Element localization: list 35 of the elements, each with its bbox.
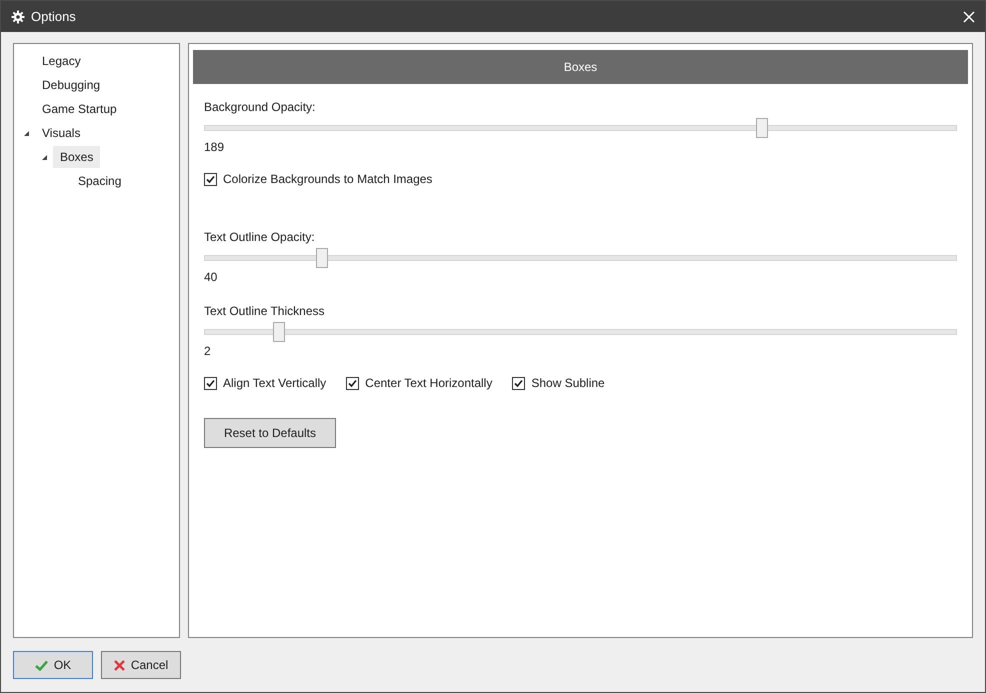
checkbox[interactable]: Show Subline — [512, 376, 605, 390]
slider-track[interactable] — [204, 322, 957, 342]
window-title: Options — [31, 9, 77, 24]
tree-item[interactable]: Spacing — [71, 170, 128, 192]
slider-label: Text Outline Opacity: — [204, 230, 316, 246]
checkbox-box[interactable] — [204, 376, 217, 390]
tree-item[interactable]: Debugging — [35, 74, 108, 96]
ok-button[interactable]: OK — [13, 651, 93, 679]
slider-value: 2 — [204, 344, 212, 360]
slider-thumb[interactable] — [273, 322, 286, 342]
slider-value: 189 — [204, 140, 226, 156]
reset-button[interactable]: Reset to Defaults — [204, 418, 336, 448]
tree-item[interactable]: Legacy — [35, 50, 88, 72]
slider-value: 40 — [204, 270, 218, 286]
slider-track[interactable] — [204, 248, 957, 268]
slider-label: Text Outline Thickness — [204, 304, 326, 320]
checkbox-label: Align Text Vertically — [223, 376, 326, 390]
tree-item[interactable]: Boxes — [53, 146, 100, 168]
cancel-button[interactable]: Cancel — [101, 651, 181, 679]
checkbox-box[interactable] — [346, 376, 360, 390]
checkbox-label: Show Subline — [531, 376, 605, 390]
check-icon — [34, 660, 48, 670]
checkbox-box[interactable] — [512, 376, 526, 390]
slider-thumb[interactable] — [756, 118, 768, 138]
tree-item[interactable]: Game Startup — [35, 98, 124, 120]
checkbox[interactable]: Align Text Vertically — [204, 376, 326, 390]
panel-header: Boxes — [193, 50, 968, 84]
checkbox-box[interactable] — [204, 172, 217, 186]
gear-icon — [11, 10, 25, 24]
slider-thumb[interactable] — [316, 248, 328, 268]
slider-label: Background Opacity: — [204, 100, 316, 116]
cross-icon — [114, 660, 125, 670]
close-icon[interactable] — [963, 10, 975, 22]
slider-track[interactable] — [204, 118, 957, 138]
tree-item[interactable]: Visuals — [35, 122, 88, 144]
